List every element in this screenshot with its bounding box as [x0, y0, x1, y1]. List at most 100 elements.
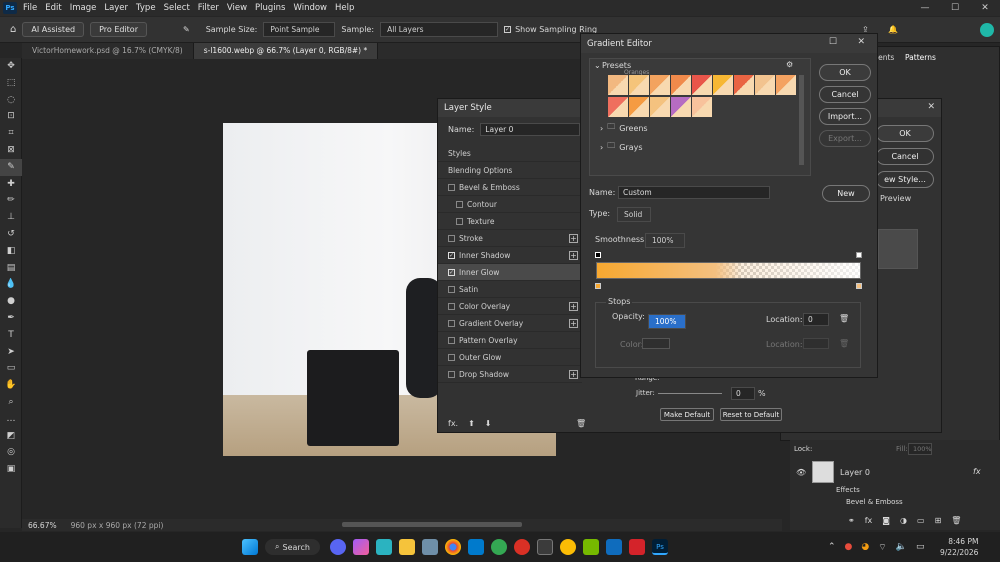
opacity-stop-left[interactable]	[595, 252, 601, 258]
blur-tool-icon[interactable]: 💧	[0, 276, 22, 293]
zoom-tool-icon[interactable]: ⌕	[0, 394, 22, 411]
windows-start-icon[interactable]	[242, 539, 258, 555]
gradient-preset-swatch[interactable]	[776, 75, 796, 95]
monitor-app-icon[interactable]	[421, 539, 438, 555]
jitter-slider[interactable]	[658, 393, 722, 394]
screen-mode-icon[interactable]: ▣	[0, 461, 22, 478]
layer-fx-icon[interactable]: fx	[973, 467, 981, 476]
gradient-preset-swatch[interactable]	[734, 75, 754, 95]
opacity-select[interactable]: 100%	[648, 314, 686, 329]
clock-time[interactable]: 8:46 PM	[940, 536, 978, 547]
fill-field[interactable]: 100%	[908, 443, 932, 455]
eyedropper-tool-icon[interactable]: ✎	[0, 158, 22, 176]
photoshop-taskbar-icon[interactable]: Ps	[651, 539, 668, 555]
chrome-icon[interactable]	[444, 539, 461, 555]
notes-icon[interactable]	[375, 539, 392, 555]
copilot-icon[interactable]	[352, 539, 369, 555]
path-select-icon[interactable]: ➤	[0, 344, 22, 361]
type-tool-icon[interactable]: T	[0, 327, 22, 344]
layer-thumbnail[interactable]	[812, 461, 834, 483]
menu-select[interactable]: Select	[164, 3, 190, 13]
gradient-preset-swatch[interactable]	[713, 75, 733, 95]
add-effect-icon[interactable]: +	[569, 301, 578, 311]
gradient-preview-bar[interactable]	[596, 262, 861, 279]
bell-icon[interactable]: 🔔	[888, 25, 898, 34]
ai-assisted-button[interactable]: AI Assisted	[22, 22, 85, 37]
ge-name-field[interactable]: Custom	[618, 186, 770, 199]
gradient-preset-swatch[interactable]	[650, 75, 670, 95]
battery-icon[interactable]: ▭	[916, 542, 925, 552]
color-stop-left[interactable]	[595, 283, 601, 289]
style-checkbox[interactable]	[448, 319, 455, 327]
name-field[interactable]: Layer 0	[480, 123, 581, 136]
jitter-field[interactable]: 0	[731, 387, 755, 400]
group-icon[interactable]: ▭	[917, 516, 925, 525]
shape-tool-icon[interactable]: ▭	[0, 360, 22, 377]
add-effect-icon[interactable]: +	[569, 233, 578, 243]
speaker-icon[interactable]: 🔈	[896, 542, 907, 552]
reset-default-button[interactable]: Reset to Default	[720, 408, 782, 421]
add-effect-icon[interactable]: +	[569, 318, 578, 328]
style-checkbox[interactable]	[448, 370, 455, 378]
style-checkbox[interactable]	[448, 285, 455, 293]
move-tool-icon[interactable]: ✥	[0, 58, 22, 75]
style-checkbox[interactable]: ✓	[448, 268, 455, 276]
style-checkbox[interactable]	[448, 234, 455, 242]
quick-mask-icon[interactable]: ◎	[0, 444, 22, 461]
outlook-icon[interactable]	[605, 539, 622, 555]
gradient-tool-icon[interactable]: ▤	[0, 260, 22, 277]
sample-select[interactable]: All Layers	[380, 22, 499, 37]
ge-close-icon[interactable]: ✕	[857, 37, 865, 47]
style-row[interactable]: Color Overlay +	[438, 298, 582, 315]
color-swatches-icon[interactable]: ◩	[0, 428, 22, 445]
more-tools-icon[interactable]: …	[0, 411, 22, 428]
layer-name[interactable]: Layer 0	[840, 468, 870, 477]
presets-gear-icon[interactable]: ⚙	[786, 60, 793, 69]
dodge-tool-icon[interactable]: ●	[0, 293, 22, 310]
ge-type-select[interactable]: Solid	[617, 207, 651, 222]
link-layers-icon[interactable]: ⚭	[848, 516, 855, 525]
style-row[interactable]: Outer Glow	[438, 349, 582, 366]
new-style-button[interactable]: ew Style...	[876, 171, 934, 188]
sample-size-select[interactable]: Point Sample	[263, 22, 336, 37]
tray-color-icon[interactable]: ◕	[861, 542, 869, 552]
frame-tool-icon[interactable]: ⊠	[0, 142, 22, 159]
color-stop-right[interactable]	[856, 283, 862, 289]
gradient-preset-swatch[interactable]	[629, 97, 649, 117]
color-swatch[interactable]	[642, 338, 670, 349]
minimize-icon[interactable]: —	[910, 0, 940, 16]
style-row[interactable]: Styles	[438, 145, 582, 162]
tab-gradients[interactable]: ients	[876, 53, 894, 62]
folder-grays[interactable]: › 🗀 Grays	[600, 140, 643, 154]
gradient-preset-swatch[interactable]	[671, 75, 691, 95]
style-row[interactable]: Bevel & Emboss	[438, 179, 582, 196]
gradient-preset-swatch[interactable]	[671, 97, 691, 117]
style-row[interactable]: Texture	[438, 213, 582, 230]
layer-style-ok-button[interactable]: OK	[876, 125, 934, 142]
style-row[interactable]: Drop Shadow +	[438, 366, 582, 383]
tab-victor-homework[interactable]: VictorHomework.psd @ 16.7% (CMYK/8)	[22, 43, 194, 59]
horizontal-scrollbar[interactable]	[342, 522, 522, 527]
presets-scrollbar[interactable]	[799, 75, 804, 165]
style-checkbox[interactable]	[456, 200, 463, 208]
maximize-icon[interactable]: ☐	[940, 0, 970, 16]
menu-file[interactable]: File	[23, 3, 37, 13]
gradient-preset-swatch[interactable]	[608, 97, 628, 117]
tab-s-l1600[interactable]: s-l1600.webp @ 66.7% (Layer 0, RGB/8#) *	[193, 43, 379, 59]
marquee-tool-icon[interactable]: ⬚	[0, 75, 22, 92]
style-checkbox[interactable]: ✓	[448, 251, 455, 259]
menu-image[interactable]: Image	[70, 3, 97, 13]
gradient-preset-swatch[interactable]	[692, 75, 712, 95]
tray-app-icon[interactable]: ●	[845, 542, 853, 552]
gradient-preset-swatch[interactable]	[650, 97, 670, 117]
style-row[interactable]: Satin	[438, 281, 582, 298]
layer-style-cancel-button[interactable]: Cancel	[876, 148, 934, 165]
show-ring-checkbox[interactable]: ✓	[504, 26, 512, 33]
add-style-icon[interactable]: fx	[865, 516, 873, 525]
menu-window[interactable]: Window	[293, 3, 327, 13]
visibility-eye-icon[interactable]: 👁	[796, 468, 806, 477]
move-up-icon[interactable]: ⬆	[468, 419, 475, 428]
menu-edit[interactable]: Edit	[45, 3, 61, 13]
style-checkbox[interactable]	[456, 217, 463, 225]
menu-view[interactable]: View	[227, 3, 247, 13]
